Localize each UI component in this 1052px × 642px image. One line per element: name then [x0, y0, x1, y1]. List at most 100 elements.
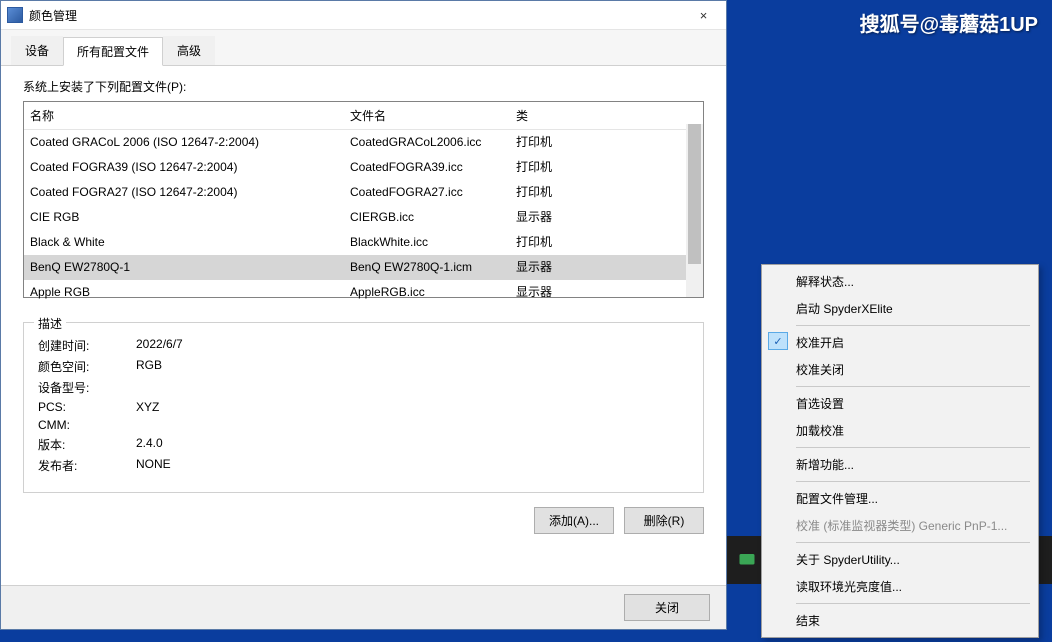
- menu-item-label: 结束: [796, 614, 820, 628]
- tab-device[interactable]: 设备: [11, 36, 63, 65]
- tray-icon-1[interactable]: [733, 546, 761, 574]
- version-label: 版本:: [38, 436, 136, 453]
- vertical-scrollbar[interactable]: [686, 124, 703, 297]
- tab-content: 系统上安装了下列配置文件(P): 名称 文件名 类 Coated GRACoL …: [1, 66, 726, 585]
- menu-separator: [796, 386, 1030, 387]
- cell-filename: AppleRGB.icc: [344, 280, 510, 302]
- menu-separator: [796, 603, 1030, 604]
- cell-filename: CIERGB.icc: [344, 205, 510, 230]
- menu-item-label: 首选设置: [796, 397, 844, 411]
- col-name[interactable]: 名称: [24, 105, 344, 126]
- table-row[interactable]: Coated GRACoL 2006 (ISO 12647-2:2004)Coa…: [24, 130, 703, 155]
- description-group: 描述 创建时间:2022/6/7 颜色空间:RGB 设备型号: PCS:XYZ …: [23, 322, 704, 493]
- cell-filename: BlackWhite.icc: [344, 230, 510, 255]
- menu-item-label: 校准关闭: [796, 363, 844, 377]
- menu-separator: [796, 325, 1030, 326]
- colorspace-value: RGB: [136, 358, 162, 375]
- buttons-row: 添加(A)... 删除(R): [23, 507, 704, 534]
- publisher-value: NONE: [136, 457, 171, 474]
- menu-item-label: 关于 SpyderUtility...: [796, 553, 900, 567]
- pcs-label: PCS:: [38, 400, 136, 414]
- pcs-value: XYZ: [136, 400, 159, 414]
- cell-class: 显示器: [510, 255, 660, 280]
- cell-class: 显示器: [510, 205, 660, 230]
- cell-class: 打印机: [510, 230, 660, 255]
- menu-item[interactable]: ✓ 校准开启: [762, 329, 1038, 356]
- publisher-label: 发布者:: [38, 457, 136, 474]
- add-button[interactable]: 添加(A)...: [534, 507, 614, 534]
- menu-separator: [796, 542, 1030, 543]
- remove-button[interactable]: 删除(R): [624, 507, 704, 534]
- color-management-window: 颜色管理 × 设备 所有配置文件 高级 系统上安装了下列配置文件(P): 名称 …: [0, 0, 727, 630]
- close-dialog-button[interactable]: 关闭: [624, 594, 710, 621]
- version-value: 2.4.0: [136, 436, 163, 453]
- table-header: 名称 文件名 类: [24, 102, 703, 130]
- colorspace-label: 颜色空间:: [38, 358, 136, 375]
- created-value: 2022/6/7: [136, 337, 183, 354]
- table-row[interactable]: CIE RGBCIERGB.icc显示器: [24, 205, 703, 230]
- cell-name: Apple RGB: [24, 280, 344, 302]
- cell-filename: CoatedGRACoL2006.icc: [344, 130, 510, 155]
- dialog-footer: 关闭: [1, 585, 726, 629]
- menu-item[interactable]: 首选设置: [762, 390, 1038, 417]
- menu-item-label: 新增功能...: [796, 458, 854, 472]
- cell-name: Black & White: [24, 230, 344, 255]
- cell-filename: CoatedFOGRA39.icc: [344, 155, 510, 180]
- scrollbar-thumb[interactable]: [688, 124, 701, 264]
- cell-name: Coated FOGRA27 (ISO 12647-2:2004): [24, 180, 344, 205]
- cell-name: Coated FOGRA39 (ISO 12647-2:2004): [24, 155, 344, 180]
- menu-item[interactable]: 读取环境光亮度值...: [762, 573, 1038, 600]
- tray-context-menu: 解释状态... 启动 SpyderXElite ✓ 校准开启校准关闭首选设置加载校准新…: [761, 264, 1039, 638]
- cell-class: 打印机: [510, 180, 660, 205]
- table-row[interactable]: Black & WhiteBlackWhite.icc打印机: [24, 230, 703, 255]
- check-icon: ✓: [768, 332, 788, 350]
- col-class[interactable]: 类: [510, 105, 660, 126]
- cell-filename: CoatedFOGRA27.icc: [344, 180, 510, 205]
- created-label: 创建时间:: [38, 337, 136, 354]
- window-title: 颜色管理: [29, 7, 77, 24]
- menu-separator: [796, 447, 1030, 448]
- menu-item-label: 配置文件管理...: [796, 492, 878, 506]
- menu-item-label: 读取环境光亮度值...: [796, 580, 902, 594]
- cell-filename: BenQ EW2780Q-1.icm: [344, 255, 510, 280]
- table-row[interactable]: BenQ EW2780Q-1BenQ EW2780Q-1.icm显示器: [24, 255, 703, 280]
- table-row[interactable]: Apple RGBAppleRGB.icc显示器: [24, 280, 703, 302]
- menu-item-label: 校准 (标准监视器类型) Generic PnP-1...: [796, 519, 1007, 533]
- titlebar: 颜色管理 ×: [1, 1, 726, 30]
- menu-item[interactable]: 关于 SpyderUtility...: [762, 546, 1038, 573]
- menu-item: 校准 (标准监视器类型) Generic PnP-1...: [762, 512, 1038, 539]
- profiles-label: 系统上安装了下列配置文件(P):: [23, 78, 704, 95]
- menu-item[interactable]: 新增功能...: [762, 451, 1038, 478]
- menu-item-label: 解释状态...: [796, 275, 854, 289]
- cmm-label: CMM:: [38, 418, 136, 432]
- tab-advanced[interactable]: 高级: [163, 36, 215, 65]
- cell-class: 打印机: [510, 155, 660, 180]
- cell-name: BenQ EW2780Q-1: [24, 255, 344, 280]
- menu-item[interactable]: 结束: [762, 607, 1038, 634]
- menu-item[interactable]: 解释状态...: [762, 268, 1038, 295]
- profiles-table: 名称 文件名 类 Coated GRACoL 2006 (ISO 12647-2…: [23, 101, 704, 298]
- cell-name: CIE RGB: [24, 205, 344, 230]
- menu-item[interactable]: 校准关闭: [762, 356, 1038, 383]
- cell-name: Coated GRACoL 2006 (ISO 12647-2:2004): [24, 130, 344, 155]
- menu-item[interactable]: 启动 SpyderXElite: [762, 295, 1038, 322]
- tab-strip: 设备 所有配置文件 高级: [1, 30, 726, 66]
- menu-item[interactable]: 加载校准: [762, 417, 1038, 444]
- table-row[interactable]: Coated FOGRA39 (ISO 12647-2:2004)CoatedF…: [24, 155, 703, 180]
- tab-all-profiles[interactable]: 所有配置文件: [63, 37, 163, 66]
- app-icon: [7, 7, 23, 23]
- col-filename[interactable]: 文件名: [344, 105, 510, 126]
- menu-separator: [796, 481, 1030, 482]
- close-button[interactable]: ×: [681, 1, 726, 29]
- cell-class: 打印机: [510, 130, 660, 155]
- menu-item-label: 加载校准: [796, 424, 844, 438]
- watermark-text: 搜狐号@毒蘑菇1UP: [860, 8, 1038, 37]
- menu-item[interactable]: 配置文件管理...: [762, 485, 1038, 512]
- app-tray-icon: [738, 551, 756, 569]
- menu-item-label: 校准开启: [796, 336, 844, 350]
- model-label: 设备型号:: [38, 379, 136, 396]
- table-body: Coated GRACoL 2006 (ISO 12647-2:2004)Coa…: [24, 130, 703, 302]
- description-legend: 描述: [34, 315, 66, 332]
- table-row[interactable]: Coated FOGRA27 (ISO 12647-2:2004)CoatedF…: [24, 180, 703, 205]
- cell-class: 显示器: [510, 280, 660, 302]
